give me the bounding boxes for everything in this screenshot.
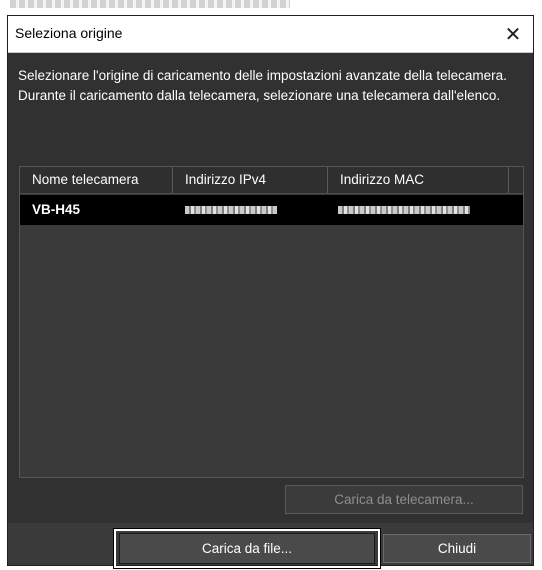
close-button[interactable]: Chiudi xyxy=(383,534,531,563)
column-header-ipv4[interactable]: Indirizzo IPv4 xyxy=(173,167,328,193)
column-header-camera-name[interactable]: Nome telecamera xyxy=(20,167,173,193)
background-window-text xyxy=(10,0,290,8)
title-bar: Seleziona origine ✕ xyxy=(8,16,533,53)
table-row[interactable]: VB-H45 xyxy=(20,195,523,225)
close-icon[interactable]: ✕ xyxy=(493,16,533,52)
ipv4-value-blurred xyxy=(185,206,277,214)
instruction-line-1: Selezionare l'origine di caricamento del… xyxy=(18,68,507,83)
camera-list[interactable]: Nome telecamera Indirizzo IPv4 Indirizzo… xyxy=(19,166,524,478)
instruction-line-2: Durante il caricamento dalla telecamera,… xyxy=(18,87,501,103)
select-source-dialog: Seleziona origine ✕ Selezionare l'origin… xyxy=(7,15,534,569)
camera-name-cell: VB-H45 xyxy=(32,202,81,217)
load-from-camera-button[interactable]: Carica da telecamera... xyxy=(285,485,523,514)
dialog-title: Seleziona origine xyxy=(15,25,123,41)
column-header-mac[interactable]: Indirizzo MAC xyxy=(328,167,509,193)
mac-value-blurred xyxy=(338,206,470,214)
load-from-file-button[interactable]: Carica da file... xyxy=(119,533,375,564)
list-header: Nome telecamera Indirizzo IPv4 Indirizzo… xyxy=(20,167,523,194)
instructions: Selezionare l'origine di caricamento del… xyxy=(18,66,523,105)
